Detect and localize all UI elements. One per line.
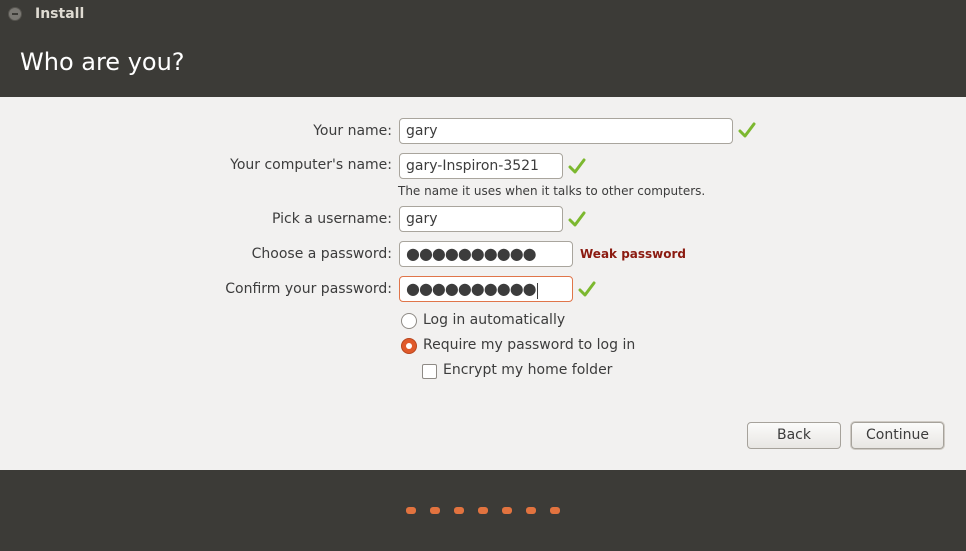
encrypt-home-checkbox[interactable] — [422, 364, 437, 379]
progress-dot — [406, 507, 416, 514]
check-icon — [738, 122, 756, 138]
password-dots: ●●●●●●●●●● — [406, 244, 537, 263]
name-input[interactable]: gary — [399, 118, 733, 144]
password-strength: Weak password — [580, 247, 687, 261]
encrypt-home-label[interactable]: Encrypt my home folder — [443, 362, 612, 378]
progress-dot — [502, 507, 512, 514]
header-banner: Who are you? — [0, 30, 966, 97]
check-icon — [568, 211, 586, 227]
progress-dot — [526, 507, 536, 514]
footer-bar — [0, 470, 966, 551]
continue-button[interactable]: Continue — [851, 422, 944, 449]
computer-name-input[interactable]: gary-Inspiron-3521 — [399, 153, 563, 179]
computer-name-hint: The name it uses when it talks to other … — [398, 184, 706, 198]
text-caret — [536, 283, 538, 299]
window-title: Install — [35, 6, 85, 22]
confirm-password-input[interactable]: ●●●●●●●●●● — [399, 276, 573, 302]
page-title: Who are you? — [20, 48, 185, 76]
confirm-password-dots: ●●●●●●●●●● — [406, 279, 537, 298]
progress-dot — [430, 507, 440, 514]
title-bar: Install — [0, 0, 966, 30]
confirm-password-label: Confirm your password: — [225, 281, 392, 297]
login-auto-radio[interactable] — [401, 313, 417, 329]
require-password-radio[interactable] — [401, 338, 417, 354]
username-input[interactable]: gary — [399, 206, 563, 232]
password-input[interactable]: ●●●●●●●●●● — [399, 241, 573, 267]
progress-dot — [478, 507, 488, 514]
computer-name-label: Your computer's name: — [230, 157, 392, 173]
password-label: Choose a password: — [251, 246, 392, 262]
require-password-label[interactable]: Require my password to log in — [423, 337, 635, 353]
login-auto-label[interactable]: Log in automatically — [423, 312, 565, 328]
back-button[interactable]: Back — [747, 422, 841, 449]
close-icon[interactable] — [8, 7, 22, 21]
name-label: Your name: — [313, 123, 392, 139]
check-icon — [568, 158, 586, 174]
progress-dot — [550, 507, 560, 514]
check-icon — [578, 281, 596, 297]
progress-dot — [454, 507, 464, 514]
username-label: Pick a username: — [271, 211, 392, 227]
